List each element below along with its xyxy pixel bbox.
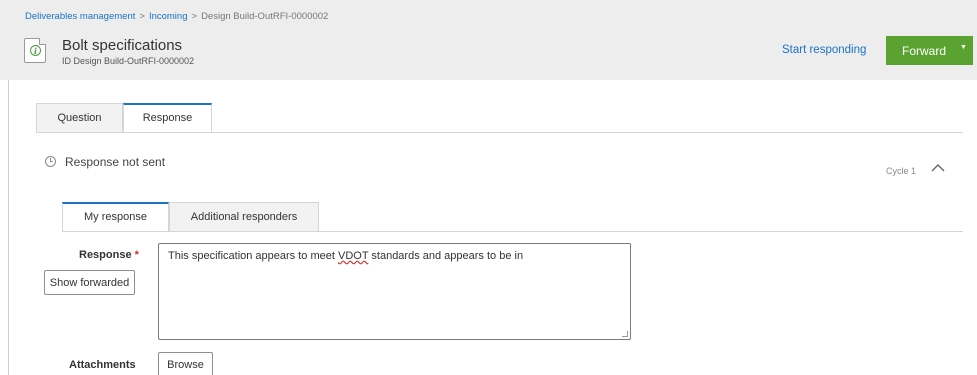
breadcrumb-separator: > [191, 11, 198, 22]
breadcrumb-deliverables-management[interactable]: Deliverables management [25, 11, 135, 22]
response-textarea[interactable]: This specification appears to meet VDOT … [158, 243, 631, 340]
attachments-label: Attachments [69, 359, 136, 371]
caret-down-icon[interactable]: ▼ [960, 44, 967, 51]
chevron-up-icon[interactable] [930, 162, 946, 174]
forward-button[interactable]: Forward ▼ [886, 36, 973, 65]
resize-grip-icon[interactable] [622, 331, 628, 337]
page-subtitle: ID Design Build-OutRFI-0000002 [62, 56, 195, 66]
breadcrumb-current: Design Build-OutRFI-0000002 [201, 11, 329, 22]
tab-divider [36, 132, 963, 133]
forward-button-label: Forward [902, 44, 947, 58]
response-label-text: Response [79, 249, 132, 261]
left-border [8, 80, 9, 375]
tab-additional-responders[interactable]: Additional responders [169, 202, 319, 231]
response-text-end: standards and appears to be in [368, 250, 524, 262]
response-label: Response * [79, 249, 139, 261]
tab-question[interactable]: Question [36, 103, 123, 132]
breadcrumb-separator: > [139, 11, 145, 22]
clock-icon [45, 156, 56, 167]
required-marker: * [134, 249, 139, 261]
tab-my-response[interactable]: My response [62, 202, 169, 232]
start-responding-link[interactable]: Start responding [782, 44, 866, 56]
info-icon: i [30, 45, 41, 56]
cycle-label: Cycle 1 [886, 166, 917, 176]
response-text: This specification appears to meet [168, 250, 338, 262]
response-status: Response not sent [65, 155, 166, 169]
page-header: Deliverables management > Incoming > Design … [0, 0, 977, 80]
response-text-flagged: VDOT [337, 250, 369, 262]
breadcrumb-incoming[interactable]: Incoming [149, 11, 188, 22]
show-forwarded-button[interactable]: Show forwarded [44, 270, 135, 295]
browse-button[interactable]: Browse [158, 352, 213, 375]
info-document-icon: i [24, 38, 46, 63]
page-title: Bolt specifications [62, 37, 183, 54]
document-fold [39, 38, 46, 45]
breadcrumb: Deliverables management > Incoming > Design … [25, 11, 328, 22]
tab-response[interactable]: Response [123, 103, 212, 132]
sub-tab-divider [62, 231, 963, 232]
